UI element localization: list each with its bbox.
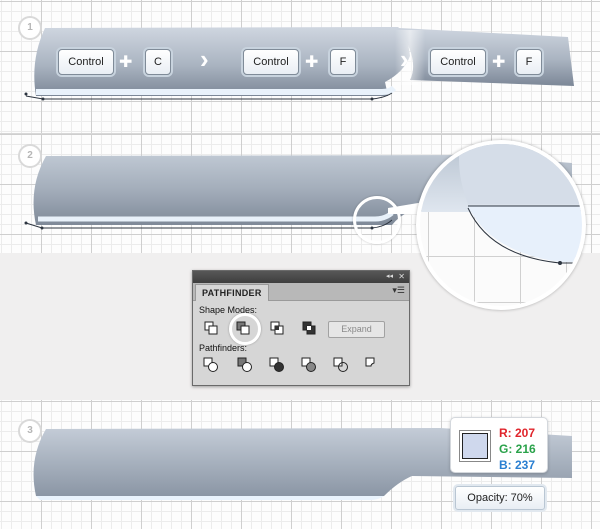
outline-icon[interactable] <box>333 357 349 373</box>
control-key-1: Control <box>58 49 114 75</box>
divide-icon[interactable] <box>203 357 219 373</box>
expand-button[interactable]: Expand <box>328 321 385 338</box>
f-key-1: F <box>330 49 356 75</box>
green-value: G: 216 <box>499 442 536 456</box>
exclude-icon[interactable] <box>301 320 317 336</box>
panel-tab-row: PATHFINDER ▾☰ <box>193 283 409 301</box>
magnifier-view <box>416 140 586 310</box>
blue-value: B: 237 <box>499 458 536 472</box>
plus-icon-3: ✚ <box>492 54 506 71</box>
pathfinder-panel: ◂◂ ✕ PATHFINDER ▾☰ Shape Modes: Expand P… <box>192 270 410 386</box>
pathfinders-label: Pathfinders: <box>199 343 248 353</box>
plus-icon-1: ✚ <box>119 54 133 71</box>
minus-back-icon[interactable] <box>365 357 381 373</box>
opacity-label: Opacity: 70% <box>455 486 545 510</box>
control-key-2: Control <box>243 49 299 75</box>
unite-icon[interactable] <box>203 320 219 336</box>
color-info-box: R: 207 G: 216 B: 237 <box>450 417 548 473</box>
tab-pathfinder[interactable]: PATHFINDER <box>195 284 269 301</box>
red-value: R: 207 <box>499 426 536 440</box>
panel-titlebar: ◂◂ ✕ <box>193 271 409 283</box>
trim-icon[interactable] <box>237 357 253 373</box>
collapse-panel-icon[interactable]: ◂◂ <box>386 271 393 283</box>
merge-icon[interactable] <box>269 357 285 373</box>
close-panel-icon[interactable]: ✕ <box>398 271 405 283</box>
intersect-icon[interactable] <box>269 320 285 336</box>
f-key-2: F <box>516 49 542 75</box>
panel-menu-icon[interactable]: ▾☰ <box>392 285 405 296</box>
minus-front-icon[interactable] <box>235 320 251 336</box>
then-arrow-icon-1: › <box>200 44 209 74</box>
magnified-edge <box>420 144 582 265</box>
then-arrow-icon-2: › <box>400 44 409 74</box>
fill-color-swatch[interactable] <box>462 433 488 459</box>
control-key-3: Control <box>430 49 486 75</box>
fill-swatch-frame <box>459 430 491 462</box>
plus-icon-2: ✚ <box>305 54 319 71</box>
c-key: C <box>145 49 171 75</box>
crop-icon[interactable] <box>301 357 317 373</box>
